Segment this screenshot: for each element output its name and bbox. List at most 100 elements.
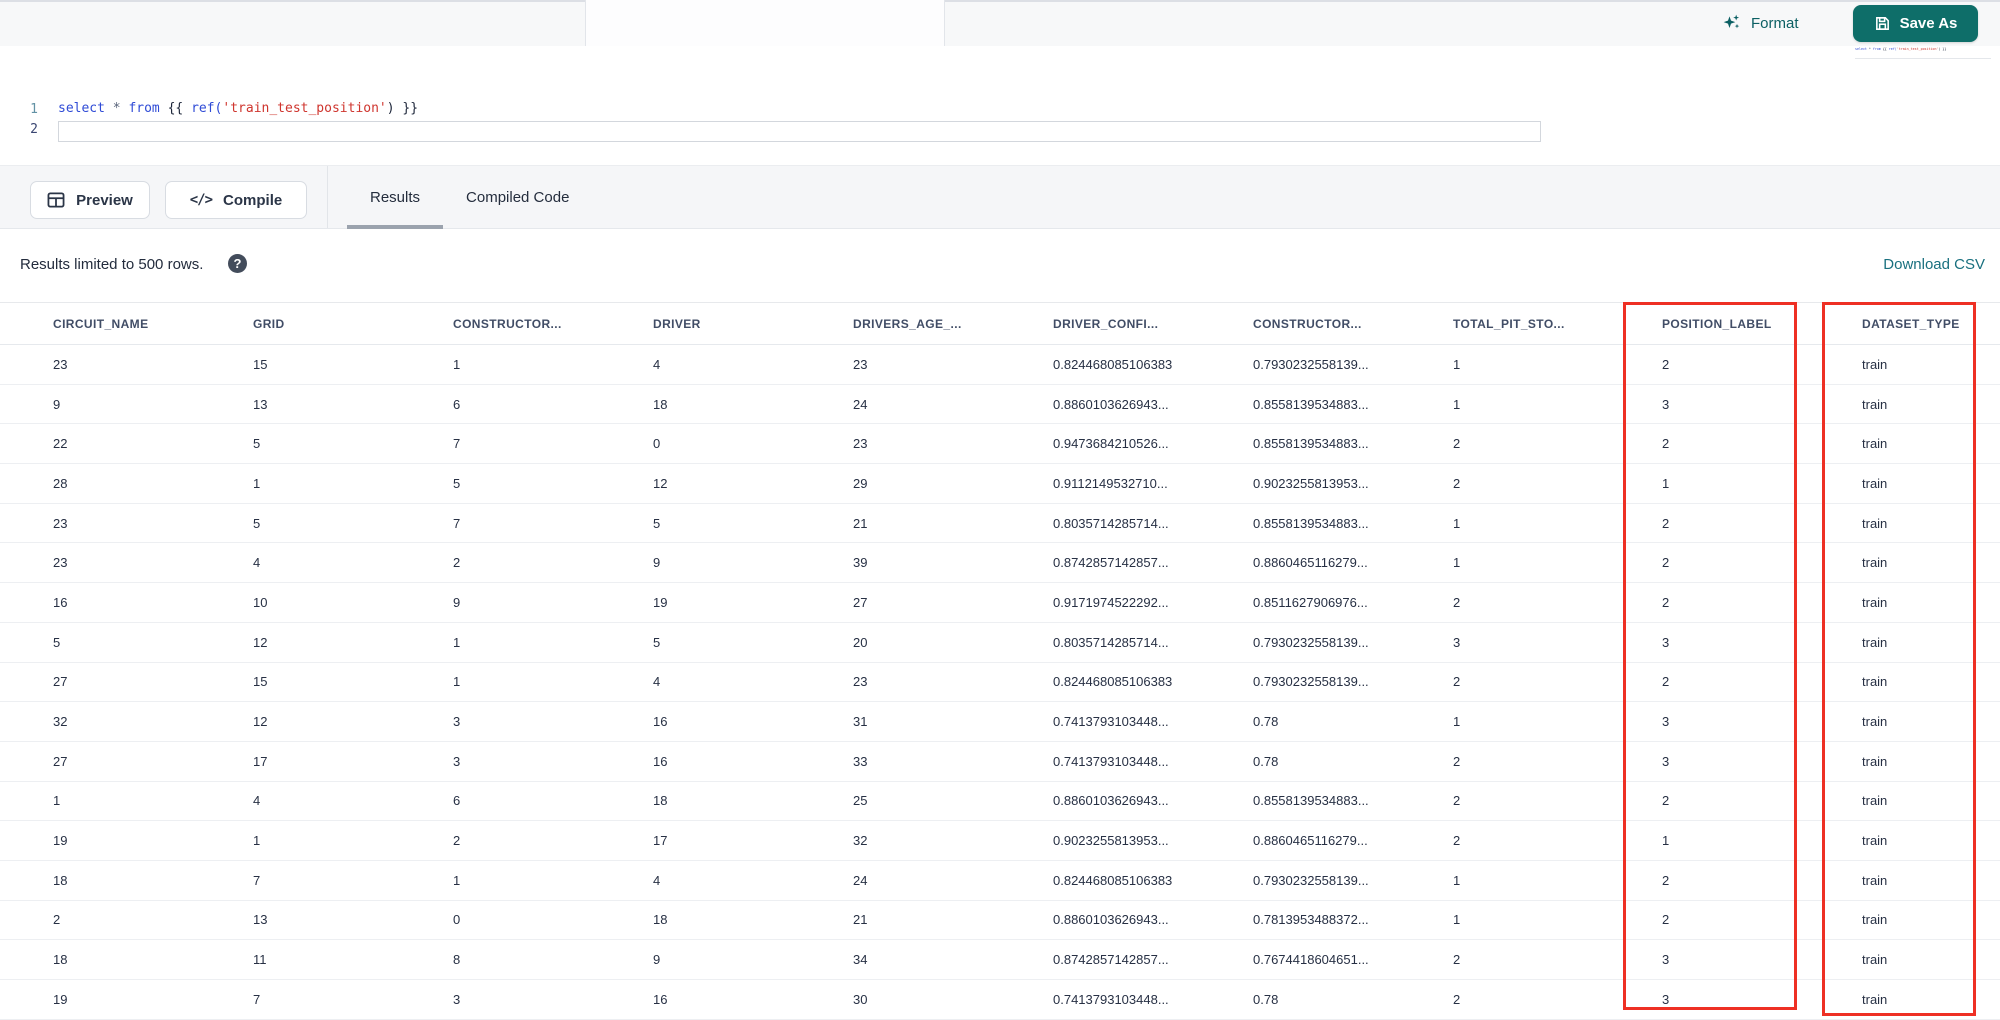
table-cell: 18: [653, 912, 668, 928]
table-cell: train: [1862, 396, 1888, 412]
table-cell: 3: [453, 714, 461, 730]
table-cell: 33: [853, 753, 868, 769]
table-cell: 0.7413793103448...: [1053, 991, 1169, 1007]
table-cell: 7: [253, 991, 261, 1007]
sql-editor[interactable]: 1 2 select * from {{ ref('train_test_pos…: [0, 46, 2000, 165]
table-cell: train: [1862, 475, 1888, 491]
table-cell: 16: [653, 714, 668, 730]
table-cell: 2: [1453, 674, 1461, 690]
table-cell: 4: [653, 356, 661, 372]
table-row: 23 15 1 4 23 0.824468085106383 0.7930232558139…: [0, 345, 2000, 385]
table-cell: 1: [453, 634, 461, 650]
table-cell: 0.7413793103448...: [1053, 714, 1169, 730]
table-cell: 2: [1453, 436, 1461, 452]
save-as-label: Save As: [1899, 15, 1958, 32]
editor-minimap[interactable]: select * from {{ ref('train_test_positio…: [1855, 47, 1991, 59]
sparkle-icon: [1722, 13, 1742, 33]
table-cell: 0.7930232558139...: [1253, 872, 1369, 888]
help-icon[interactable]: ?: [228, 254, 247, 273]
active-file-tab[interactable]: [585, 0, 945, 46]
table-cell: 2: [1662, 594, 1670, 610]
table-row: 28 1 5 12 29 0.9112149532710... 0.902325581395…: [0, 464, 2000, 504]
table-header-row: CIRCUIT_NAME GRID CONSTRUCTOR... DRIVER DRIV…: [0, 303, 2000, 344]
column-header: DRIVERS_AGE_...: [853, 316, 962, 331]
code-line-1[interactable]: select * from {{ ref('train_test_positio…: [58, 101, 418, 116]
table-cell: 3: [1662, 991, 1670, 1007]
table-row: 9 13 6 18 24 0.8860103626943... 0.855813953488…: [0, 385, 2000, 425]
preview-button[interactable]: Preview: [30, 181, 150, 219]
top-header-band: Format Save As: [0, 0, 2000, 46]
table-cell: 2: [1453, 833, 1461, 849]
format-button[interactable]: Format: [1722, 8, 1799, 38]
table-row: 2 13 0 18 21 0.8860103626943... 0.781395348837…: [0, 901, 2000, 941]
table-cell: 2: [1662, 356, 1670, 372]
cursor-line-box[interactable]: [58, 121, 1541, 142]
table-cell: 34: [853, 952, 868, 968]
table-cell: train: [1862, 555, 1888, 571]
row-limit-text: Results limited to 500 rows.: [20, 256, 204, 273]
table-cell: 1: [253, 475, 261, 491]
table-cell: 1: [453, 872, 461, 888]
result-tabs: Results Compiled Code: [347, 166, 592, 229]
table-cell: 0.7930232558139...: [1253, 674, 1369, 690]
table-cell: train: [1862, 714, 1888, 730]
table-cell: 19: [653, 594, 668, 610]
table-cell: 15: [253, 674, 268, 690]
table-cell: 3: [1662, 714, 1670, 730]
table-cell: 2: [1453, 952, 1461, 968]
table-cell: 0: [453, 912, 461, 928]
column-header: DATASET_TYPE: [1862, 316, 1960, 331]
table-cell: 9: [53, 396, 61, 412]
table-cell: 2: [1453, 753, 1461, 769]
table-cell: 0.8558139534883...: [1253, 396, 1369, 412]
table-cell: 1: [1453, 872, 1461, 888]
table-cell: 0.824468085106383: [1053, 872, 1173, 888]
tab-compiled-code[interactable]: Compiled Code: [443, 166, 592, 229]
table-cell: 19: [53, 991, 68, 1007]
table-row: 5 12 1 5 20 0.8035714285714... 0.7930232558139…: [0, 623, 2000, 663]
table-row: 32 12 3 16 31 0.7413793103448... 0.78 1 3 train: [0, 702, 2000, 742]
table-cell: train: [1862, 833, 1888, 849]
results-toolbar: Preview </> Compile Results Compiled Cod…: [0, 165, 2000, 229]
table-cell: 0.9171974522292...: [1053, 594, 1169, 610]
table-cell: 6: [453, 396, 461, 412]
table-cell: 23: [53, 515, 68, 531]
column-header: TOTAL_PIT_STO...: [1453, 316, 1565, 331]
toolbar-divider: [327, 166, 328, 228]
table-cell: 16: [653, 991, 668, 1007]
code-brackets-icon: </>: [189, 192, 213, 208]
table-cell: 12: [253, 714, 268, 730]
table-cell: 0: [653, 436, 661, 452]
table-cell: 21: [853, 912, 868, 928]
table-cell: 0.78: [1253, 991, 1279, 1007]
table-cell: train: [1862, 356, 1888, 372]
table-cell: train: [1862, 872, 1888, 888]
table-cell: 23: [853, 674, 868, 690]
table-cell: 0.7930232558139...: [1253, 634, 1369, 650]
table-cell: 2: [53, 912, 61, 928]
table-cell: 5: [453, 475, 461, 491]
table-cell: 2: [453, 833, 461, 849]
table-cell: 2: [1662, 555, 1670, 571]
table-cell: 0.824468085106383: [1053, 674, 1173, 690]
table-row: 18 11 8 9 34 0.8742857142857... 0.767441860465…: [0, 940, 2000, 980]
table-cell: 0.9473684210526...: [1053, 436, 1169, 452]
table-cell: 4: [253, 555, 261, 571]
table-cell: 19: [53, 833, 68, 849]
download-csv-link[interactable]: Download CSV: [1883, 256, 1985, 273]
ide-root: Format Save As 1 2 select * from {{ ref(…: [0, 0, 2000, 1020]
table-cell: 10: [253, 594, 268, 610]
table-cell: 23: [853, 436, 868, 452]
table-cell: 39: [853, 555, 868, 571]
table-cell: 1: [1453, 396, 1461, 412]
table-cell: 2: [1662, 674, 1670, 690]
tab-results[interactable]: Results: [347, 166, 444, 229]
compile-button[interactable]: </> Compile: [165, 181, 307, 219]
table-cell: 18: [653, 793, 668, 809]
floppy-icon: [1874, 15, 1891, 32]
table-cell: 2: [1662, 793, 1670, 809]
save-as-button[interactable]: Save As: [1853, 5, 1978, 42]
table-cell: 3: [1662, 396, 1670, 412]
table-cell: 0.824468085106383: [1053, 356, 1173, 372]
table-cell: 16: [53, 594, 68, 610]
